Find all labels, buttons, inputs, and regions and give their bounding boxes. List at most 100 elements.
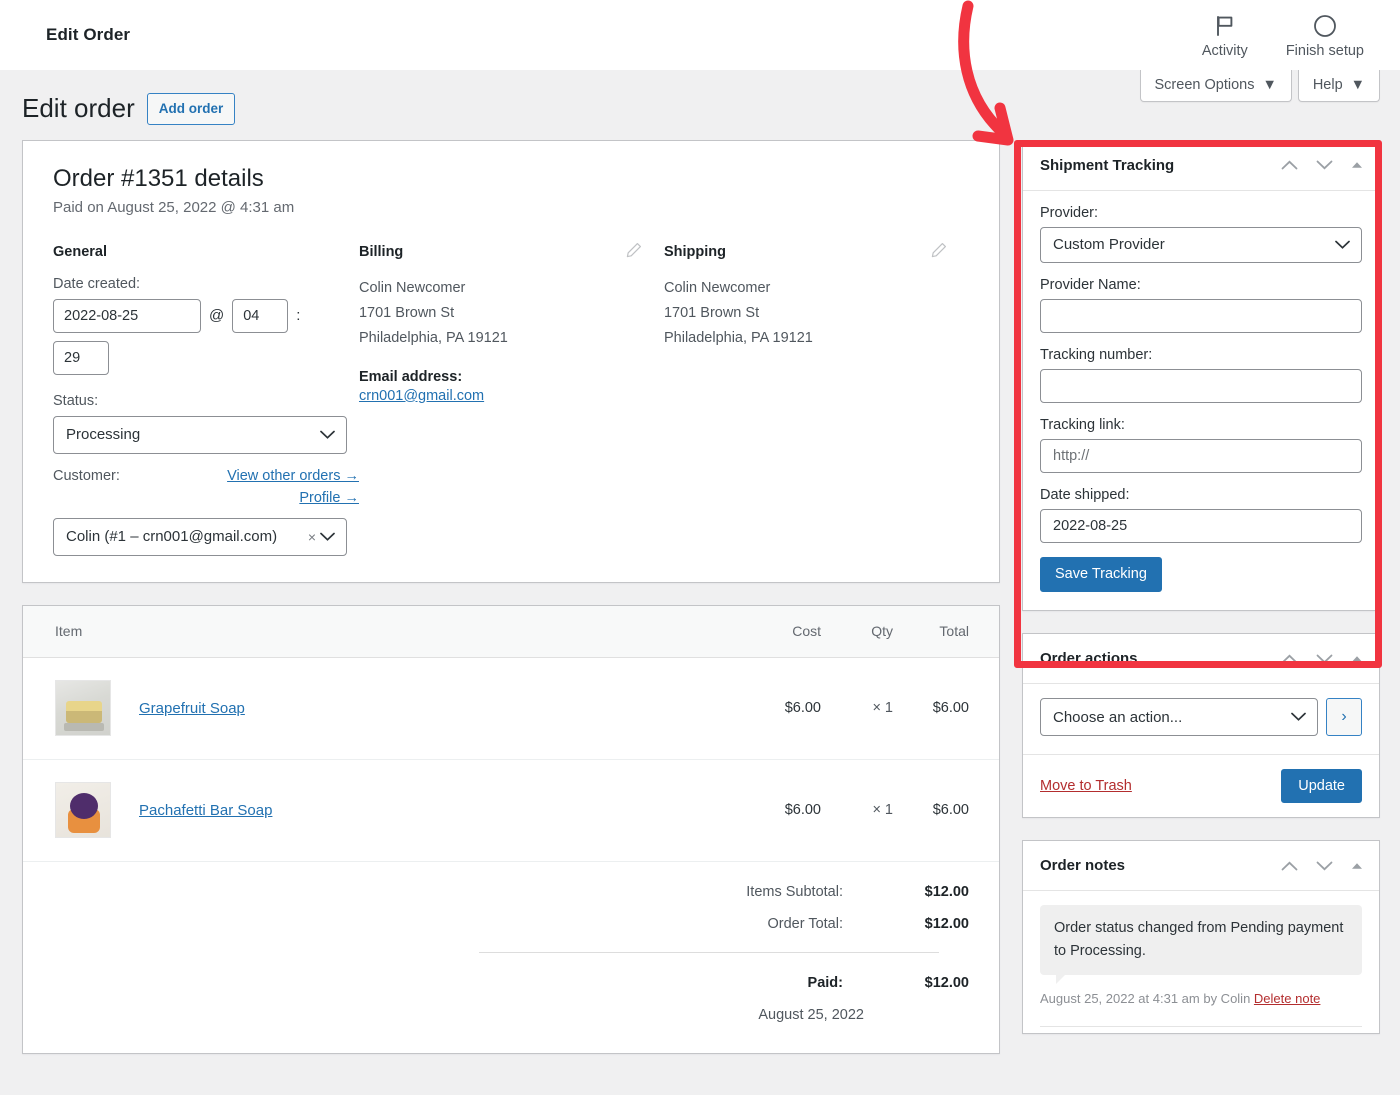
general-column: General Date created: 2022-08-25 @ 04 : … [53,244,359,556]
order-actions-body: Choose an action... › [1023,684,1379,754]
main-column: Order #1351 details Paid on August 25, 2… [22,139,1000,1054]
paid-row: Paid: $12.00 [23,975,969,991]
profile-link[interactable]: Profile → [227,490,359,506]
move-to-trash-link[interactable]: Move to Trash [1040,778,1132,794]
date-created-label: Date created: [53,275,141,292]
billing-citystate: Philadelphia, PA 19121 [358,329,508,346]
chevron-down-icon [1291,709,1306,726]
customer-select[interactable]: Colin (#1 – crn001@gmail.com) × [53,517,347,556]
action-row: Choose an action... › [1040,698,1362,737]
date-shipped-label: Date shipped: [1040,486,1130,503]
move-up-icon[interactable] [1281,160,1298,170]
move-down-icon[interactable] [1316,160,1333,170]
order-notes-title: Order notes [1040,857,1126,875]
flag-icon [1215,11,1235,41]
toggle-panel-icon[interactable] [1351,161,1363,169]
customer-links: View other orders → Profile → [227,468,359,506]
finish-setup-button[interactable]: Finish setup [1272,7,1378,63]
note-text: Order status changed from Pending paymen… [1040,905,1362,985]
order-items-panel: Item Cost Qty Total Grapefruit Soap $6.0… [22,604,1000,1054]
tracking-number-field: Tracking number: [1040,347,1362,403]
provider-name-field: Provider Name: [1040,277,1362,333]
tracking-number-input[interactable] [1040,368,1362,403]
content-columns: Order #1351 details Paid on August 25, 2… [22,139,1380,1056]
provider-name-label: Provider Name: [1040,276,1141,293]
paid-value: $12.00 [924,974,969,991]
move-down-icon[interactable] [1316,861,1333,871]
time-colon: : [296,307,301,325]
move-up-icon[interactable] [1281,861,1298,871]
table-row: Pachafetti Bar Soap $6.00 × 1 $6.00 [23,760,999,862]
date-created-input[interactable]: 2022-08-25 [53,298,201,333]
order-notes-body: Order status changed from Pending paymen… [1023,891,1379,1033]
help-button[interactable]: Help ▼ [1297,70,1380,102]
items-table-header: Item Cost Qty Total [23,605,999,658]
order-actions-header: Order actions [1023,634,1379,685]
circle-progress-icon [1313,11,1337,41]
chevron-down-icon [320,426,335,443]
totals-row: Order Total: $12.00 [23,915,970,932]
minute-input[interactable]: 29 [53,340,109,375]
billing-name: Colin Newcomer [358,279,466,296]
items-subtotal-label: Items Subtotal: [746,883,843,900]
screen-options-button[interactable]: Screen Options ▼ [1139,70,1292,102]
activity-button[interactable]: Activity [1188,7,1262,63]
col-cost: Cost [792,623,821,640]
totals-divider [479,951,939,953]
billing-street: 1701 Brown St [358,304,455,321]
chevron-down-icon: ▼ [1350,77,1365,93]
product-link[interactable]: Pachafetti Bar Soap [139,802,272,819]
apply-action-button[interactable]: › [1326,698,1362,737]
hour-input[interactable]: 04 [232,298,289,333]
shipment-tracking-header: Shipment Tracking [1023,141,1379,191]
tracking-number-label: Tracking number: [1040,346,1153,363]
provider-value: Custom Provider [1053,236,1165,254]
billing-email-link[interactable]: crn001@gmail.com [359,388,664,404]
order-notes-panel: Order notes Order status changed from Pe… [1022,840,1380,1034]
toggle-panel-icon[interactable] [1351,862,1363,870]
clear-customer-icon[interactable]: × [308,529,316,545]
chevron-down-icon: ▼ [1262,77,1277,93]
date-shipped-input[interactable]: 2022-08-25 [1040,508,1362,543]
status-label: Status: [53,392,99,409]
order-total-label: Order Total: [767,915,844,932]
status-select[interactable]: Processing [53,415,347,454]
customer-label: Customer: [53,467,120,484]
delete-note-link[interactable]: Delete note [1254,991,1321,1006]
shipping-address: Colin Newcomer 1701 Brown St Philadelphi… [664,276,969,351]
order-actions-footer: Move to Trash Update [1023,754,1379,817]
customer-row: Customer: View other orders → Profile → [53,468,359,506]
table-row: Grapefruit Soap $6.00 × 1 $6.00 [23,658,999,760]
shipping-citystate: Philadelphia, PA 19121 [663,329,813,346]
add-order-button[interactable]: Add order [146,92,236,126]
minute-row: 29 [53,340,359,375]
panel-controls [1281,861,1363,871]
shipping-heading: Shipping [663,243,726,260]
update-button[interactable]: Update [1281,769,1362,804]
order-actions-title: Order actions [1040,650,1138,668]
tracking-link-label: Tracking link: [1040,416,1125,433]
order-notes-header: Order notes [1023,841,1379,892]
billing-address: Colin Newcomer 1701 Brown St Philadelphi… [359,276,664,351]
edit-billing-pencil-icon[interactable] [626,242,642,261]
tracking-link-input[interactable]: http:// [1040,438,1362,473]
shipping-name: Colin Newcomer [663,279,771,296]
toggle-panel-icon[interactable] [1351,655,1363,663]
order-data-panel: Order #1351 details Paid on August 25, 2… [22,139,1000,583]
item-qty: × 1 [872,802,893,819]
product-link[interactable]: Grapefruit Soap [139,700,245,717]
provider-select[interactable]: Custom Provider [1040,226,1362,263]
view-other-orders-link[interactable]: View other orders → [227,468,359,484]
note-meta: August 25, 2022 at 4:31 am by Colin Dele… [1040,989,1362,1010]
order-action-select[interactable]: Choose an action... [1040,698,1318,737]
items-subtotal-value: $12.00 [924,883,969,900]
chevron-down-icon [1335,236,1350,253]
provider-name-input[interactable] [1040,298,1362,333]
save-tracking-button[interactable]: Save Tracking [1040,556,1162,593]
move-down-icon[interactable] [1316,654,1333,664]
edit-shipping-pencil-icon[interactable] [931,242,947,261]
list-item: Order status changed from Pending paymen… [1040,905,1362,1010]
col-total: Total [939,623,969,640]
move-up-icon[interactable] [1281,654,1298,664]
totals-row: Items Subtotal: $12.00 [23,884,969,900]
